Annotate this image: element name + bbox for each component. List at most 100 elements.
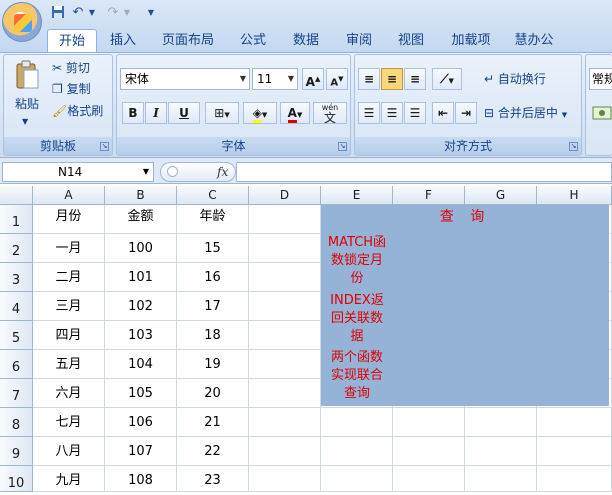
table-cell[interactable]: 105 bbox=[105, 379, 177, 408]
paste-button[interactable]: 粘贴 bbox=[12, 95, 42, 113]
paste-icon[interactable] bbox=[14, 60, 40, 90]
align-left-icon[interactable]: ☰ bbox=[358, 102, 380, 124]
header-cell[interactable]: 月份 bbox=[33, 205, 105, 234]
align-bottom-icon[interactable]: ≡ bbox=[404, 68, 426, 90]
phonetic-button[interactable]: wén 文 bbox=[313, 102, 347, 124]
format-painter-button[interactable]: 🖌格式刷 bbox=[52, 102, 112, 120]
column-header-h[interactable]: H bbox=[537, 186, 612, 205]
table-cell[interactable]: 16 bbox=[177, 263, 249, 292]
row-header-4[interactable]: 4 bbox=[0, 292, 33, 321]
table-cell[interactable] bbox=[249, 321, 321, 350]
select-all-corner[interactable] bbox=[0, 186, 33, 205]
copy-button[interactable]: ❐ 复制 bbox=[52, 80, 110, 98]
table-cell[interactable]: 23 bbox=[177, 466, 249, 492]
table-cell[interactable] bbox=[393, 437, 465, 466]
paste-dropdown-icon[interactable]: ▼ bbox=[22, 113, 32, 131]
table-cell[interactable]: 107 bbox=[105, 437, 177, 466]
tab-review[interactable]: 审阅 bbox=[338, 29, 380, 52]
clipboard-launcher-icon[interactable]: ↘ bbox=[100, 142, 109, 151]
header-cell[interactable]: 年龄 bbox=[177, 205, 249, 234]
table-cell[interactable]: 103 bbox=[105, 321, 177, 350]
tab-insert[interactable]: 插入 bbox=[102, 29, 144, 52]
tab-huibangong[interactable]: 慧办公 bbox=[508, 29, 560, 52]
column-header-a[interactable]: A bbox=[33, 186, 105, 205]
name-box[interactable]: N14 ▼ bbox=[2, 162, 154, 182]
table-cell[interactable] bbox=[249, 379, 321, 408]
table-cell[interactable]: 八月 bbox=[33, 437, 105, 466]
currency-format-icon[interactable] bbox=[592, 103, 612, 123]
table-cell[interactable] bbox=[249, 292, 321, 321]
table-cell[interactable]: 七月 bbox=[33, 408, 105, 437]
align-top-icon[interactable]: ≡ bbox=[358, 68, 380, 90]
column-header-f[interactable]: F bbox=[393, 186, 465, 205]
table-cell[interactable] bbox=[249, 408, 321, 437]
table-cell[interactable]: 20 bbox=[177, 379, 249, 408]
font-name-select[interactable]: 宋体 ▼ bbox=[120, 68, 250, 90]
undo-dropdown-icon[interactable]: ▼ bbox=[87, 5, 97, 21]
table-cell[interactable] bbox=[249, 205, 321, 234]
table-cell[interactable] bbox=[249, 263, 321, 292]
bold-button[interactable]: B bbox=[122, 102, 144, 124]
header-cell[interactable]: 金额 bbox=[105, 205, 177, 234]
table-cell[interactable]: 三月 bbox=[33, 292, 105, 321]
table-cell[interactable] bbox=[537, 437, 612, 466]
table-cell[interactable]: 100 bbox=[105, 234, 177, 263]
alignment-launcher-icon[interactable]: ↘ bbox=[569, 142, 578, 151]
save-icon[interactable] bbox=[50, 5, 66, 21]
table-cell[interactable] bbox=[537, 408, 612, 437]
formula-bar-toggle-icon[interactable] bbox=[167, 166, 178, 177]
align-middle-icon[interactable]: ≡ bbox=[381, 68, 403, 90]
table-cell[interactable]: 22 bbox=[177, 437, 249, 466]
row-header-3[interactable]: 3 bbox=[0, 263, 33, 292]
insert-function-button[interactable]: fx bbox=[217, 163, 228, 181]
underline-button[interactable]: U bbox=[168, 102, 200, 124]
table-cell[interactable] bbox=[393, 408, 465, 437]
row-header-1[interactable]: 1 bbox=[0, 205, 33, 234]
row-header-6[interactable]: 6 bbox=[0, 350, 33, 379]
table-cell[interactable]: 五月 bbox=[33, 350, 105, 379]
font-launcher-icon[interactable]: ↘ bbox=[338, 142, 347, 151]
table-cell[interactable] bbox=[249, 466, 321, 492]
table-cell[interactable]: 106 bbox=[105, 408, 177, 437]
orientation-icon[interactable]: ⟋▼ bbox=[432, 68, 462, 90]
table-cell[interactable] bbox=[249, 437, 321, 466]
row-header-2[interactable]: 2 bbox=[0, 234, 33, 263]
row-header-8[interactable]: 8 bbox=[0, 408, 33, 437]
tab-formulas[interactable]: 公式 bbox=[232, 29, 274, 52]
table-cell[interactable] bbox=[321, 408, 393, 437]
table-cell[interactable]: 102 bbox=[105, 292, 177, 321]
font-color-button[interactable]: A▼ bbox=[280, 102, 310, 124]
row-header-10[interactable]: 10 bbox=[0, 466, 33, 492]
italic-button[interactable]: I bbox=[145, 102, 167, 124]
table-cell[interactable] bbox=[393, 466, 465, 492]
column-header-c[interactable]: C bbox=[177, 186, 249, 205]
table-cell[interactable]: 四月 bbox=[33, 321, 105, 350]
undo-icon[interactable]: ↶ bbox=[70, 5, 86, 21]
increase-indent-icon[interactable]: ⇥ bbox=[455, 102, 477, 124]
table-cell[interactable]: 101 bbox=[105, 263, 177, 292]
table-cell[interactable]: 15 bbox=[177, 234, 249, 263]
table-cell[interactable]: 108 bbox=[105, 466, 177, 492]
tab-view[interactable]: 视图 bbox=[390, 29, 432, 52]
decrease-indent-icon[interactable]: ⇤ bbox=[432, 102, 454, 124]
shrink-font-button[interactable]: A▼ bbox=[326, 68, 348, 90]
wrap-text-button[interactable]: ↵ 自动换行 bbox=[484, 70, 580, 88]
tab-home[interactable]: 开始 bbox=[47, 29, 97, 52]
grow-font-button[interactable]: A▲ bbox=[302, 68, 324, 90]
table-cell[interactable]: 19 bbox=[177, 350, 249, 379]
border-button[interactable]: ⊞▼ bbox=[205, 102, 239, 124]
table-cell[interactable]: 一月 bbox=[33, 234, 105, 263]
table-cell[interactable] bbox=[321, 437, 393, 466]
table-cell[interactable]: 21 bbox=[177, 408, 249, 437]
tab-page-layout[interactable]: 页面布局 bbox=[158, 29, 218, 52]
column-header-b[interactable]: B bbox=[105, 186, 177, 205]
font-size-select[interactable]: 11 ▼ bbox=[252, 68, 298, 90]
redo-dropdown-icon[interactable]: ▼ bbox=[122, 5, 132, 21]
table-cell[interactable]: 104 bbox=[105, 350, 177, 379]
table-cell[interactable] bbox=[249, 350, 321, 379]
table-cell[interactable] bbox=[465, 466, 537, 492]
customize-toolbar-icon[interactable]: ▼ bbox=[146, 5, 156, 21]
table-cell[interactable]: 二月 bbox=[33, 263, 105, 292]
fill-color-button[interactable]: ◈▼ bbox=[243, 102, 277, 124]
tab-addins[interactable]: 加载项 bbox=[445, 29, 497, 52]
